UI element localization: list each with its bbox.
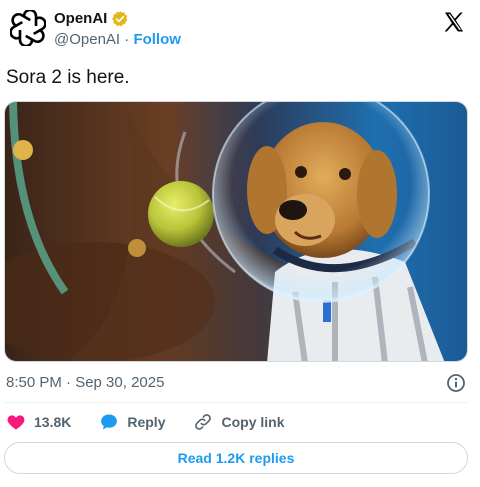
heart-icon	[7, 415, 25, 430]
x-logo-icon[interactable]	[442, 10, 466, 34]
tweet-media[interactable]	[4, 101, 468, 362]
action-bar: 13.8K Reply Copy link	[6, 412, 313, 432]
timestamp[interactable]: 8:50 PM · Sep 30, 2025	[6, 374, 164, 391]
speech-bubble-icon	[101, 414, 118, 430]
verified-badge-icon	[111, 10, 129, 28]
tweet-text: Sora 2 is here.	[6, 67, 130, 88]
timestamp-row: 8:50 PM · Sep 30, 2025	[6, 373, 466, 393]
read-replies-button[interactable]: Read 1.2K replies	[4, 442, 468, 474]
follow-button[interactable]: Follow	[133, 31, 181, 49]
video-still-image	[5, 102, 467, 361]
reply-label: Reply	[127, 414, 166, 430]
handle[interactable]: @OpenAI	[54, 31, 120, 49]
read-replies-label: Read 1.2K replies	[177, 450, 295, 466]
copy-link-label: Copy link	[221, 414, 285, 430]
like-count: 13.8K	[34, 414, 72, 430]
display-name[interactable]: OpenAI	[54, 10, 107, 28]
avatar[interactable]	[8, 8, 48, 48]
divider	[4, 402, 468, 403]
link-icon	[195, 414, 212, 430]
info-icon[interactable]	[446, 373, 466, 393]
openai-logo-icon	[10, 10, 46, 46]
separator: ·	[120, 31, 134, 48]
reply-button[interactable]: Reply	[99, 412, 165, 432]
handle-row: @OpenAI · Follow	[54, 31, 181, 49]
like-button[interactable]: 13.8K	[6, 412, 71, 432]
tweet-header: OpenAI @OpenAI · Follow	[8, 8, 472, 54]
copy-link-button[interactable]: Copy link	[193, 412, 285, 432]
name-row: OpenAI	[54, 10, 129, 28]
